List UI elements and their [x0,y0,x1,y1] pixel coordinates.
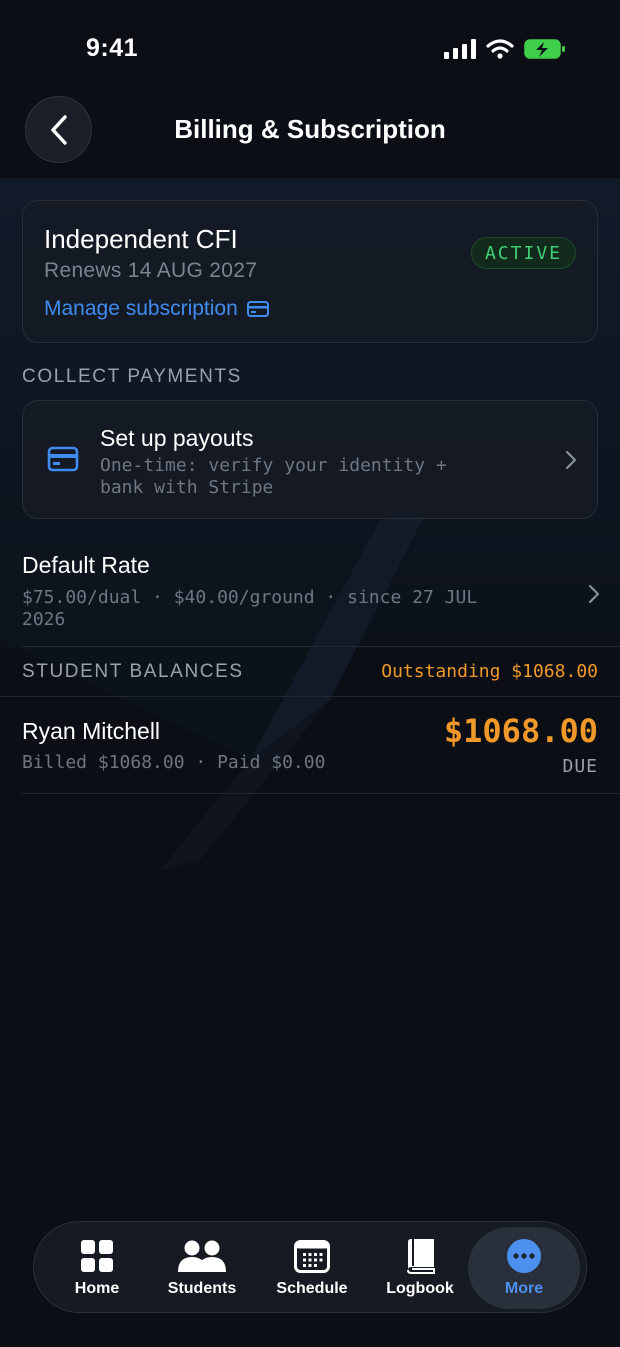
credit-card-icon [246,301,269,317]
student-billing-summary: Billed $1068.00 · Paid $0.00 [22,752,326,773]
grid-icon [81,1240,113,1272]
more-icon [507,1239,541,1273]
tab-bar: Home Students Schedule Logbook More [33,1221,587,1313]
manage-subscription-link[interactable]: Manage subscription [44,297,269,321]
plan-name: Independent CFI [44,224,238,254]
subscription-card: Independent CFI Renews 14 AUG 2027 Manag… [22,200,598,343]
book-icon [407,1239,435,1274]
tab-schedule[interactable]: Schedule [262,1222,362,1314]
calendar-icon [294,1240,330,1273]
chevron-right-icon [588,584,600,604]
payout-subtitle: One-time: verify your identity + bank wi… [100,455,447,498]
signal-icon [444,39,476,59]
wifi-icon [486,39,514,59]
status-icons [444,38,566,60]
nav-header: Billing & Subscription [0,94,620,166]
balance-status: DUE [562,756,598,777]
status-time: 9:41 [86,34,139,62]
default-rate-subtitle: $75.00/dual · $40.00/ground · since 27 J… [22,587,478,630]
page-title: Billing & Subscription [174,114,446,144]
manage-subscription-label: Manage subscription [44,297,238,320]
student-balances-heading: STUDENT BALANCES [22,661,244,682]
collect-payments-heading: COLLECT PAYMENTS [22,366,242,387]
tab-label: Schedule [276,1280,348,1297]
outstanding-total: Outstanding $1068.00 [381,661,598,682]
tab-label: Home [74,1280,120,1297]
divider [22,793,620,794]
people-icon [178,1240,226,1272]
tab-logbook[interactable]: Logbook [372,1222,468,1314]
divider [22,646,620,647]
payout-title: Set up payouts [100,425,254,451]
student-name: Ryan Mitchell [22,718,161,744]
tab-more[interactable]: More [468,1227,580,1309]
plan-renewal-date: Renews 14 AUG 2027 [44,259,258,282]
setup-payouts-card[interactable]: Set up payouts One-time: verify your ide… [22,400,598,519]
tab-home[interactable]: Home [52,1222,142,1314]
status-bar: 9:41 [0,0,620,100]
student-balance-amount: $1068.00 [443,712,598,750]
tab-label: Students [167,1280,237,1297]
student-balances-header: STUDENT BALANCES Outstanding $1068.00 [22,660,598,686]
battery-charging-icon [524,39,565,59]
tab-label: Logbook [386,1280,454,1297]
divider [0,696,620,697]
chevron-right-icon [565,450,577,470]
default-rate-row[interactable]: Default Rate $75.00/dual · $40.00/ground… [22,552,600,642]
tab-students[interactable]: Students [152,1222,252,1314]
default-rate-title: Default Rate [22,552,150,578]
credit-card-icon [47,446,79,472]
list-item[interactable]: Ryan Mitchell Billed $1068.00 · Paid $0.… [22,712,598,792]
tab-label: More [504,1280,544,1297]
status-badge: ACTIVE [470,237,576,269]
